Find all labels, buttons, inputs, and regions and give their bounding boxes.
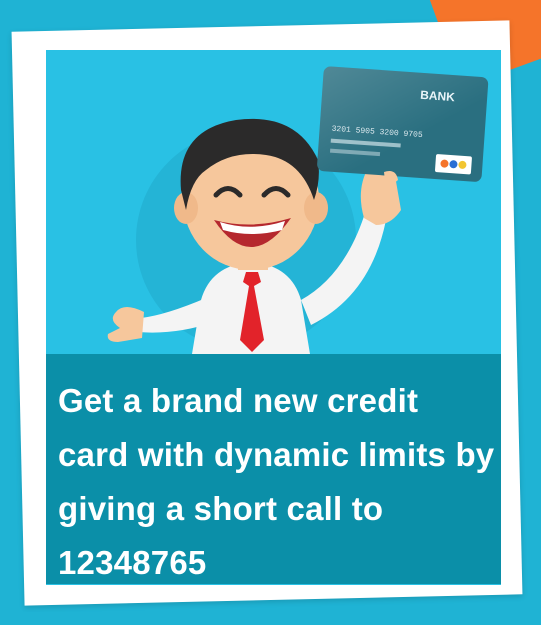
ad-banner: BANK 3201 5905 3200 9705 Get a brand new… (0, 0, 541, 625)
bottom-strip (0, 612, 541, 625)
caption-panel: Get a brand new credit card with dynamic… (46, 354, 501, 584)
caption-text: Get a brand new credit card with dynamic… (58, 382, 495, 581)
businessman-illustration: BANK 3201 5905 3200 9705 (107, 66, 489, 360)
card-brand-label: BANK (420, 88, 456, 104)
